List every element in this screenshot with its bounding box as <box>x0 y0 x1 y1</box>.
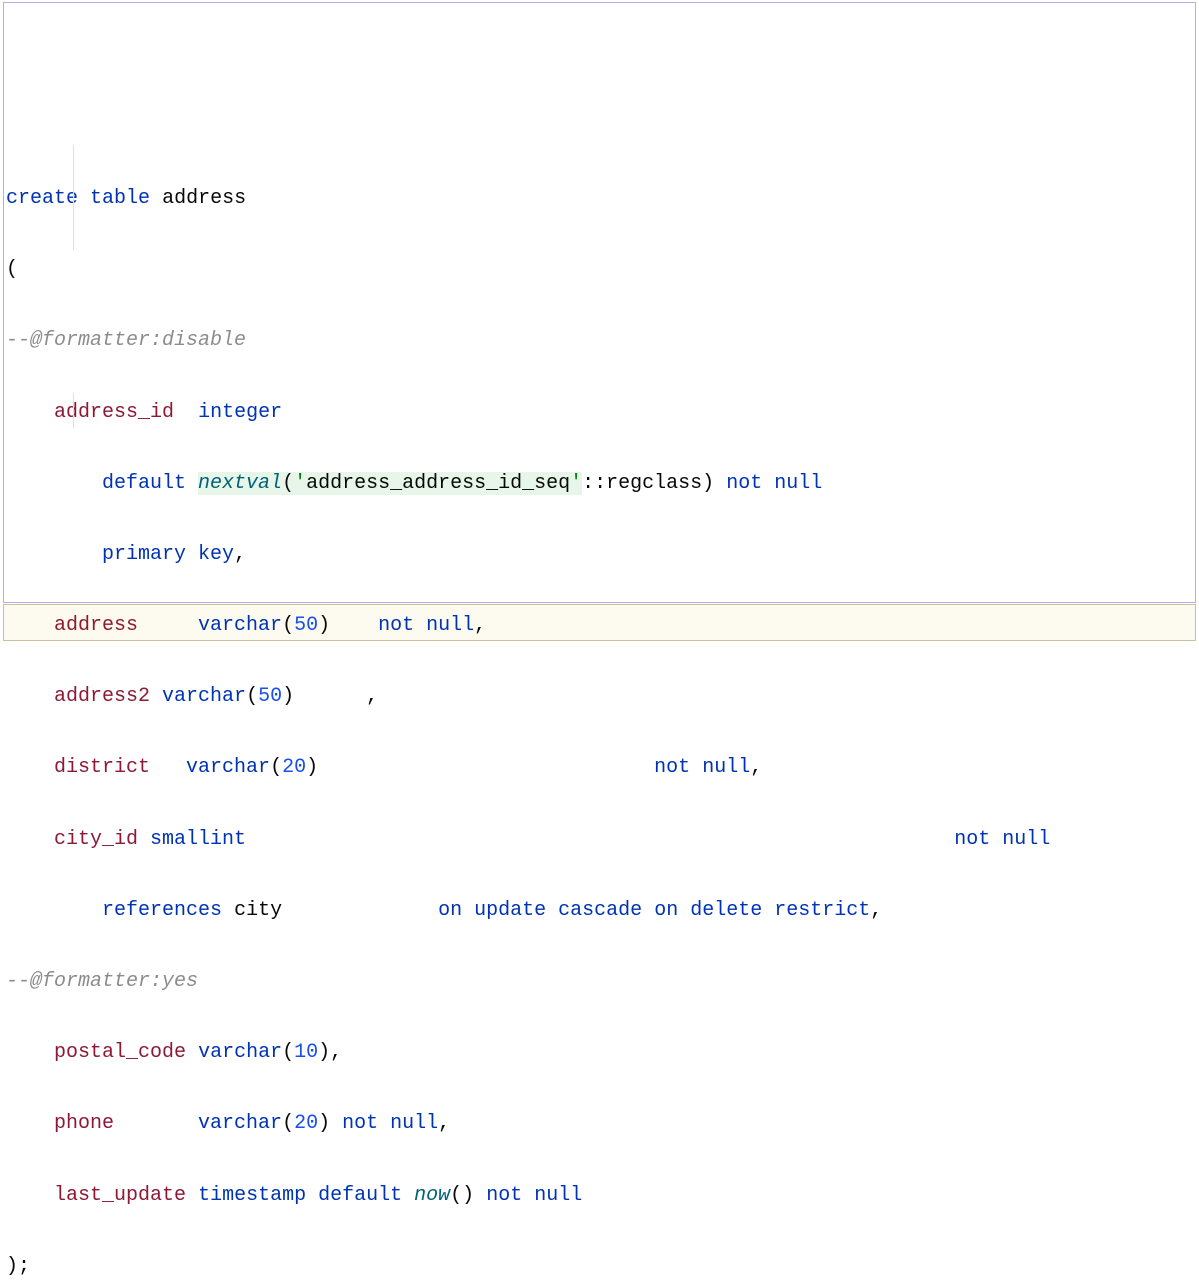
keyword-not: not <box>654 756 690 779</box>
column-name: address2 <box>54 685 150 708</box>
type-integer: integer <box>198 401 282 424</box>
keyword-delete: delete <box>690 899 762 922</box>
paren-open: ( <box>6 258 18 281</box>
comma: , <box>438 1112 450 1135</box>
paren: ) <box>318 614 330 637</box>
number: 50 <box>294 614 318 637</box>
string-quote: ' <box>294 472 306 495</box>
type-smallint: smallint <box>150 828 246 851</box>
func-now: now <box>414 1184 450 1207</box>
formatter-comment: --@formatter:disable <box>6 329 246 352</box>
code-line: --@formatter:disable <box>6 323 1193 359</box>
cast-regclass: ::regclass) <box>582 472 714 495</box>
code-line: references city on update cascade on del… <box>6 893 1193 929</box>
keyword-null: null <box>1002 828 1050 851</box>
ref-table: city <box>234 899 282 922</box>
keyword-not: not <box>954 828 990 851</box>
keyword-not: not <box>486 1184 522 1207</box>
indent-guide <box>73 393 74 428</box>
string-value: address_address_id_seq <box>306 472 570 495</box>
number: 20 <box>294 1112 318 1135</box>
keyword-create: create <box>6 187 78 210</box>
code-line: ); <box>6 1249 1193 1285</box>
code-line: address2 varchar(50) , <box>6 679 1193 715</box>
paren: ) <box>318 1112 330 1135</box>
keyword-null: null <box>534 1184 582 1207</box>
indent-guide <box>73 145 74 250</box>
type-varchar: varchar <box>198 1112 282 1135</box>
keyword-key: key <box>198 543 234 566</box>
keyword-not: not <box>342 1112 378 1135</box>
column-name: postal_code <box>54 1041 186 1064</box>
column-name: address <box>54 614 138 637</box>
code-line: address varchar(50) not null, <box>6 608 1193 644</box>
keyword-not: not <box>378 614 414 637</box>
paren: ) <box>306 756 318 779</box>
paren-comma: ), <box>318 1041 342 1064</box>
paren: ( <box>270 756 282 779</box>
keyword-primary: primary <box>102 543 186 566</box>
paren: ( <box>282 614 294 637</box>
keyword-table: table <box>90 187 150 210</box>
column-name: district <box>54 756 150 779</box>
type-varchar: varchar <box>162 685 246 708</box>
number: 50 <box>258 685 282 708</box>
keyword-cascade: cascade <box>558 899 642 922</box>
code-editor[interactable]: create table address ( --@formatter:disa… <box>0 0 1199 644</box>
paren: ( <box>282 472 294 495</box>
keyword-references: references <box>102 899 222 922</box>
keyword-default: default <box>318 1184 402 1207</box>
comma: , <box>870 899 882 922</box>
paren: ) <box>282 685 294 708</box>
keyword-null: null <box>702 756 750 779</box>
keyword-null: null <box>774 472 822 495</box>
code-line: postal_code varchar(10), <box>6 1035 1193 1071</box>
code-line: create table address <box>6 181 1193 217</box>
keyword-not: not <box>726 472 762 495</box>
comma: , <box>750 756 762 779</box>
column-name: last_update <box>54 1184 186 1207</box>
type-varchar: varchar <box>198 614 282 637</box>
keyword-null: null <box>390 1112 438 1135</box>
number: 10 <box>294 1041 318 1064</box>
paren: ( <box>246 685 258 708</box>
keyword-on: on <box>438 899 462 922</box>
code-line: ( <box>6 252 1193 288</box>
comma: , <box>234 543 246 566</box>
func-nextval: nextval <box>198 472 282 495</box>
code-line: address_id integer <box>6 395 1193 431</box>
formatter-comment: --@formatter:yes <box>6 970 198 993</box>
number: 20 <box>282 756 306 779</box>
type-varchar: varchar <box>186 756 270 779</box>
keyword-update: update <box>474 899 546 922</box>
column-name: city_id <box>54 828 138 851</box>
code-line: city_id smallint not null <box>6 822 1193 858</box>
selection-box-1 <box>3 2 1196 603</box>
table-name: address <box>162 187 246 210</box>
keyword-on: on <box>654 899 678 922</box>
close-paren-semi: ); <box>6 1255 30 1278</box>
comma: , <box>474 614 486 637</box>
type-timestamp: timestamp <box>198 1184 306 1207</box>
string-quote: ' <box>570 472 582 495</box>
paren: ( <box>282 1041 294 1064</box>
comma: , <box>366 685 378 708</box>
keyword-restrict: restrict <box>774 899 870 922</box>
code-line: district varchar(20) not null, <box>6 750 1193 786</box>
type-varchar: varchar <box>198 1041 282 1064</box>
keyword-default: default <box>102 472 186 495</box>
code-line: --@formatter:yes <box>6 964 1193 1000</box>
paren: ( <box>282 1112 294 1135</box>
parens: () <box>450 1184 474 1207</box>
column-name: phone <box>54 1112 114 1135</box>
code-line: default nextval('address_address_id_seq'… <box>6 466 1193 502</box>
code-line: last_update timestamp default now() not … <box>6 1178 1193 1214</box>
keyword-null: null <box>426 614 474 637</box>
code-line: phone varchar(20) not null, <box>6 1106 1193 1142</box>
code-line: primary key, <box>6 537 1193 573</box>
